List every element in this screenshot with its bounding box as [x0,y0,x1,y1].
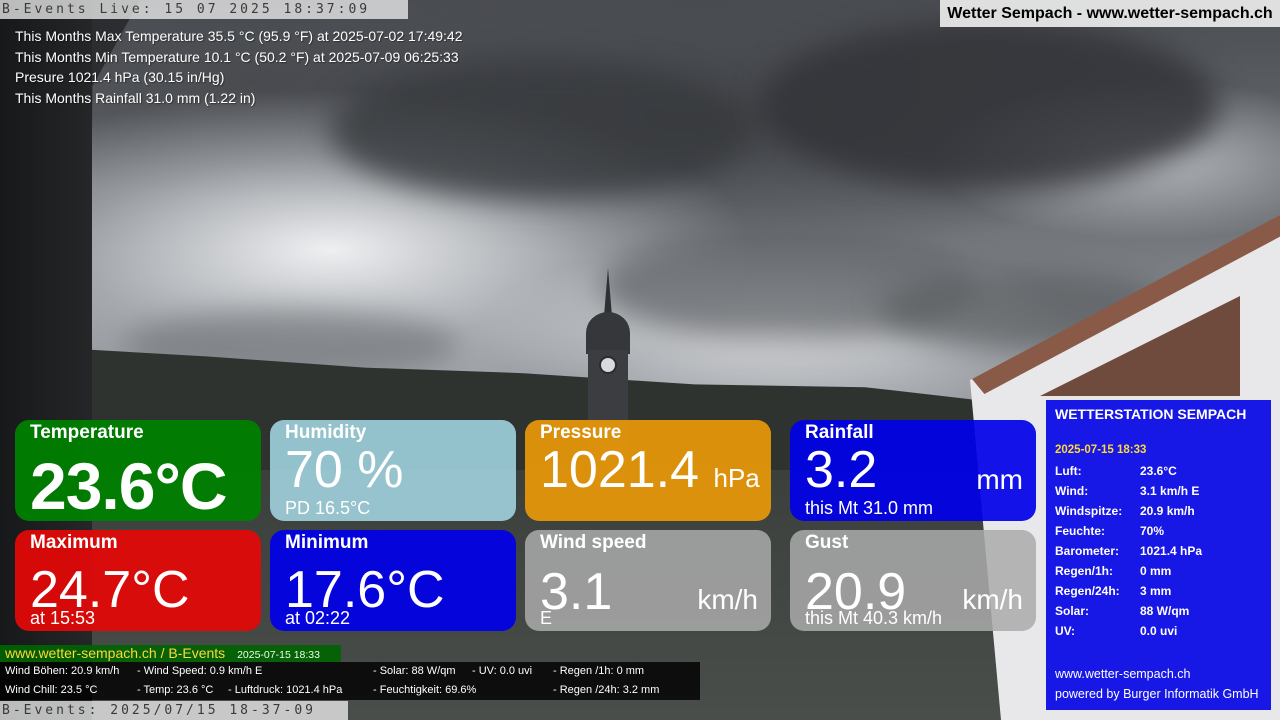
tile-title: Gust [805,532,849,553]
station-key: Wind: [1055,484,1089,498]
station-key: Luft: [1055,464,1082,478]
website-link[interactable]: www.wetter-sempach.ch / B-Events [5,645,225,661]
wind-speed-tile: Wind speed 3.1 km/h E [525,530,771,631]
station-value: 23.6°C [1140,464,1177,478]
station-row: Luft: 23.6°C [1055,464,1262,484]
station-row: Feuchte: 70% [1055,524,1262,544]
website-bar-date: 2025-07-15 18:33 [237,649,320,661]
stat-pressure: Presure 1021.4 hPa (30.15 in/Hg) [15,69,225,85]
station-row: Barometer: 1021.4 hPa [1055,544,1262,564]
station-key: UV: [1055,624,1076,638]
humidity-tile: Humidity 70 % PD 16.5°C [270,420,516,521]
station-footer: www.wetter-sempach.ch powered by Burger … [1055,664,1259,704]
temperature-tile: Temperature 23.6°C [15,420,261,521]
pressure-value-line: 1021.4 hPa [540,444,760,496]
station-value: 0.0 uvi [1140,624,1178,638]
data-ticker: Wind Böhen: 20.9 km/h - Wind Speed: 0.9 … [0,662,700,700]
church-clock [599,356,617,374]
station-key: Windspitze: [1055,504,1123,518]
wind-speed-unit: km/h [697,584,758,615]
tile-title: Temperature [30,422,144,443]
station-title: WETTERSTATION SEMPACH [1055,406,1247,422]
ticker-pressure: - Luftdruck: 1021.4 hPa [228,684,343,696]
station-row: Regen/1h: 0 mm [1055,564,1262,584]
station-panel: WETTERSTATION SEMPACH 2025-07-15 18:33 L… [1046,400,1271,710]
station-row: Regen/24h: 3 mm [1055,584,1262,604]
ticker-uv: - UV: 0.0 uvi [472,665,533,677]
ticker-wind-chill: Wind Chill: 23.5 °C [5,684,98,696]
station-key: Solar: [1055,604,1090,618]
site-title[interactable]: Wetter Sempach - www.wetter-sempach.ch [940,0,1280,27]
station-value: 3 mm [1140,584,1172,598]
station-value: 70% [1140,524,1165,538]
ticker-humidity: - Feuchtigkeit: 69.6% [373,684,477,696]
minimum-tile: Minimum 17.6°C at 02:22 [270,530,516,631]
bottom-timestamp: B-Events: 2025/07/15 18-37-09 [0,701,348,720]
rainfall-month: this Mt 31.0 mm [805,498,934,518]
station-value: 20.9 km/h [1140,504,1195,518]
rainfall-value: 3.2 [805,441,878,499]
ticker-solar: - Solar: 88 W/qm [373,665,456,677]
station-row: Windspitze: 20.9 km/h [1055,504,1262,524]
gust-unit: km/h [962,584,1023,615]
station-key: Feuchte: [1055,524,1106,538]
pressure-unit: hPa [713,463,760,493]
gust-month-max: this Mt 40.3 km/h [805,608,943,628]
station-footer-credit: powered by Burger Informatik GmbH [1055,687,1259,701]
dew-point: PD 16.5°C [285,498,371,518]
cloud [760,20,1220,190]
stat-min-temp: This Months Min Temperature 10.1 °C (50.… [15,48,459,65]
website-bar: www.wetter-sempach.ch / B-Events 2025-07… [0,645,341,662]
tile-title: Maximum [30,532,118,553]
ticker-rain-24h: - Regen /24h: 3.2 mm [553,684,660,696]
minimum-time: at 02:22 [285,608,351,628]
ticker-wind-gusts: Wind Böhen: 20.9 km/h [5,665,120,677]
maximum-time: at 15:53 [30,608,96,628]
ticker-temp: - Temp: 23.6 °C [137,684,214,696]
stat-max-temp: This Months Max Temperature 35.5 °C (95.… [15,28,463,44]
rainfall-tile: Rainfall 3.2 mm this Mt 31.0 mm [790,420,1036,521]
station-value: 0 mm [1140,564,1172,578]
top-timestamp: B-Events Live: 15 07 2025 18:37:09 [0,0,408,19]
station-value: 88 W/qm [1140,604,1190,618]
station-key: Regen/1h: [1055,564,1114,578]
tile-title: Minimum [285,532,369,553]
station-key: Barometer: [1055,544,1120,558]
humidity-value: 70 % [285,441,404,499]
ticker-rain-1h: - Regen /1h: 0 mm [553,665,645,677]
pressure-tile: Pressure 1021.4 hPa [525,420,771,521]
station-value: 3.1 km/h E [1140,484,1200,498]
station-row: UV: 0.0 uvi [1055,624,1262,644]
temperature-value: 23.6°C [30,449,228,521]
stat-rainfall: This Months Rainfall 31.0 mm (1.22 in) [15,89,256,106]
pressure-value: 1021.4 [540,441,700,499]
gust-tile: Gust 20.9 km/h this Mt 40.3 km/h [790,530,1036,631]
monthly-stats: This Months Max Temperature 35.5 °C (95.… [15,26,463,108]
ticker-wind-speed: - Wind Speed: 0.9 km/h E [137,665,263,677]
station-footer-url[interactable]: www.wetter-sempach.ch [1055,664,1259,684]
church-tower-dome [586,312,630,354]
station-row: Wind: 3.1 km/h E [1055,484,1262,504]
rainfall-unit: mm [976,464,1023,495]
station-key: Regen/24h: [1055,584,1120,598]
station-value: 1021.4 hPa [1140,544,1203,558]
maximum-tile: Maximum 24.7°C at 15:53 [15,530,261,631]
wind-direction: E [540,608,553,628]
tile-title: Wind speed [540,532,647,553]
station-date: 2025-07-15 18:33 [1055,444,1147,456]
station-row: Solar: 88 W/qm [1055,604,1262,624]
